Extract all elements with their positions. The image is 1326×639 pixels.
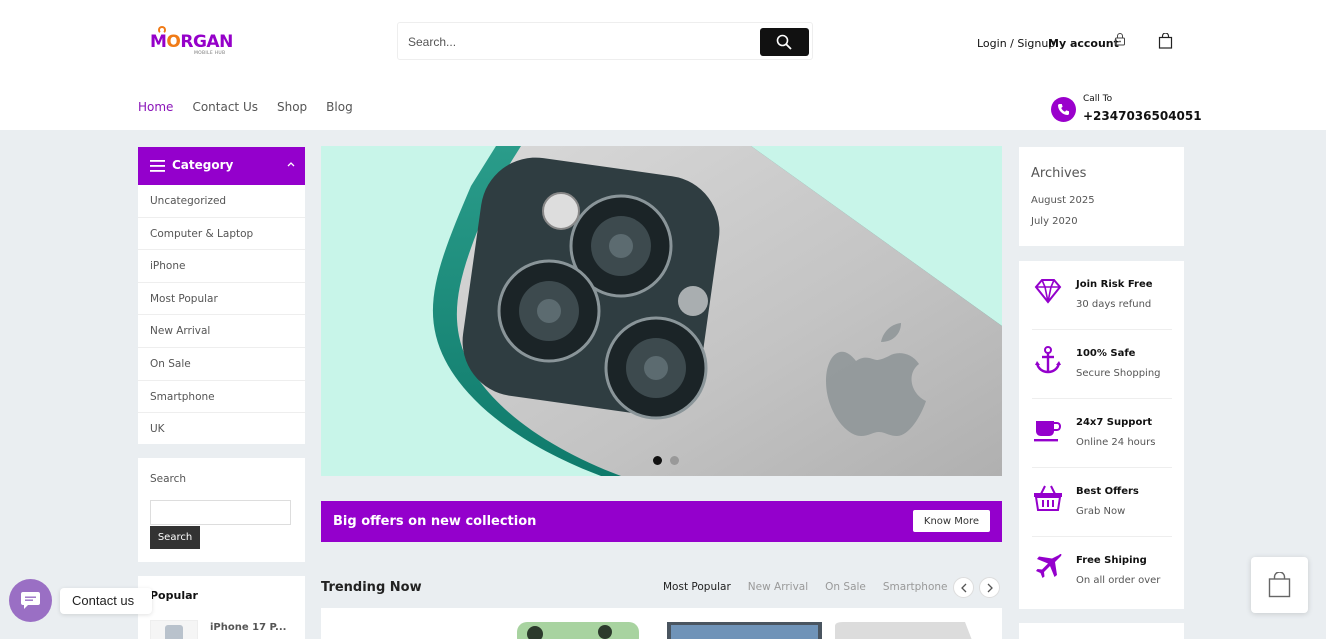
product-card[interactable]: [517, 622, 639, 639]
chat-button[interactable]: [9, 579, 52, 622]
popular-product-thumbnail[interactable]: [150, 620, 198, 639]
offer-banner: Big offers on new collection Know More: [321, 501, 1002, 542]
basket-icon: [1034, 485, 1062, 511]
call-label: Call To: [1083, 94, 1113, 104]
header-search-input[interactable]: [408, 31, 748, 53]
popular-title: Popular: [150, 589, 198, 602]
know-more-button[interactable]: Know More: [913, 510, 990, 532]
trending-next-button[interactable]: [979, 577, 1000, 598]
trending-products: [321, 608, 1002, 639]
nav-item-contact-us[interactable]: Contact Us: [192, 100, 258, 114]
chevron-left-icon: [961, 583, 967, 593]
category-item[interactable]: On Sale: [138, 348, 305, 381]
site-header: MORGAN MOBILE HUB Login / Signup My acco…: [0, 0, 1326, 130]
trending-title: Trending Now: [321, 580, 422, 595]
sidebar-widget-partial: [1019, 623, 1184, 639]
site-logo[interactable]: MORGAN MOBILE HUB: [150, 26, 234, 60]
category-list: Uncategorized Computer & Laptop iPhone M…: [138, 185, 305, 446]
category-item[interactable]: iPhone: [138, 250, 305, 283]
category-item[interactable]: Computer & Laptop: [138, 218, 305, 251]
cart-bag-icon[interactable]: [1158, 33, 1173, 49]
category-title: Category: [172, 158, 234, 172]
tab-smartphone[interactable]: Smartphone: [883, 581, 948, 593]
phone-icon: [1051, 97, 1076, 122]
slider-dot-active[interactable]: [653, 456, 662, 465]
hero-slider[interactable]: [321, 146, 1002, 476]
archive-link[interactable]: July 2020: [1031, 216, 1078, 227]
sidebar-search-button[interactable]: Search: [150, 526, 200, 549]
search-icon: [776, 34, 792, 50]
feature-item: Best Offers Grab Now: [1032, 468, 1172, 537]
contact-us-label[interactable]: Contact us: [60, 588, 152, 614]
feature-item: 24x7 Support Online 24 hours: [1032, 399, 1172, 468]
category-item[interactable]: Uncategorized: [138, 185, 305, 218]
hamburger-icon: [150, 160, 165, 172]
chevron-up-icon[interactable]: [287, 161, 295, 167]
coffee-cup-icon: [1034, 421, 1062, 442]
sidebar-search-widget: Search Search: [138, 458, 305, 562]
header-search-button[interactable]: [760, 28, 809, 56]
floating-cart-button[interactable]: [1251, 557, 1308, 613]
shopping-bag-icon: [1268, 572, 1291, 598]
chat-icon: [21, 592, 40, 609]
diamond-icon: [1034, 279, 1062, 304]
slider-dots: [653, 456, 679, 465]
nav-item-home[interactable]: Home: [138, 100, 173, 114]
tab-new-arrival[interactable]: New Arrival: [748, 581, 808, 593]
category-header[interactable]: Category: [138, 147, 305, 185]
call-number[interactable]: +2347036504051: [1083, 109, 1202, 123]
category-item[interactable]: Smartphone: [138, 381, 305, 414]
popular-product-name[interactable]: iPhone 17 P...: [210, 622, 286, 633]
my-account-link[interactable]: My account: [1048, 37, 1119, 50]
trending-prev-button[interactable]: [953, 577, 974, 598]
product-card[interactable]: [371, 622, 451, 639]
archives-widget: Archives August 2025 July 2020: [1019, 147, 1184, 246]
category-item[interactable]: Most Popular: [138, 283, 305, 316]
feature-item: 100% Safe Secure Shopping: [1032, 330, 1172, 399]
popular-widget: Popular iPhone 17 P...: [138, 576, 305, 639]
feature-item: Join Risk Free 30 days refund: [1032, 261, 1172, 330]
product-card[interactable]: [667, 622, 822, 639]
slider-dot[interactable]: [670, 456, 679, 465]
header-search-box: [397, 22, 813, 60]
offer-text: Big offers on new collection: [333, 514, 537, 529]
nav-item-blog[interactable]: Blog: [326, 100, 353, 114]
chevron-right-icon: [987, 583, 993, 593]
archive-link[interactable]: August 2025: [1031, 195, 1095, 206]
plane-icon: [1036, 554, 1062, 578]
tab-on-sale[interactable]: On Sale: [825, 581, 866, 593]
nav-item-shop[interactable]: Shop: [277, 100, 307, 114]
sidebar-search-input[interactable]: [150, 500, 291, 525]
product-card[interactable]: [835, 622, 975, 639]
anchor-icon: [1035, 346, 1061, 374]
hero-phone-image: [432, 146, 1002, 476]
tab-most-popular[interactable]: Most Popular: [663, 581, 731, 593]
category-item[interactable]: New Arrival: [138, 315, 305, 348]
archives-title: Archives: [1031, 166, 1087, 181]
feature-item: Free Shiping On all order over: [1032, 537, 1172, 606]
main-nav: Home Contact Us Shop Blog: [138, 100, 353, 114]
features-widget: Join Risk Free 30 days refund 100% Safe …: [1019, 261, 1184, 609]
category-item[interactable]: UK: [138, 413, 305, 446]
trending-tabs: Most Popular New Arrival On Sale Smartph…: [663, 581, 948, 593]
category-widget: Category Uncategorized Computer & Laptop…: [138, 147, 305, 444]
sidebar-search-label: Search: [150, 473, 187, 485]
login-signup-link[interactable]: Login / Signup: [977, 37, 1055, 50]
lock-icon[interactable]: [1114, 32, 1126, 46]
